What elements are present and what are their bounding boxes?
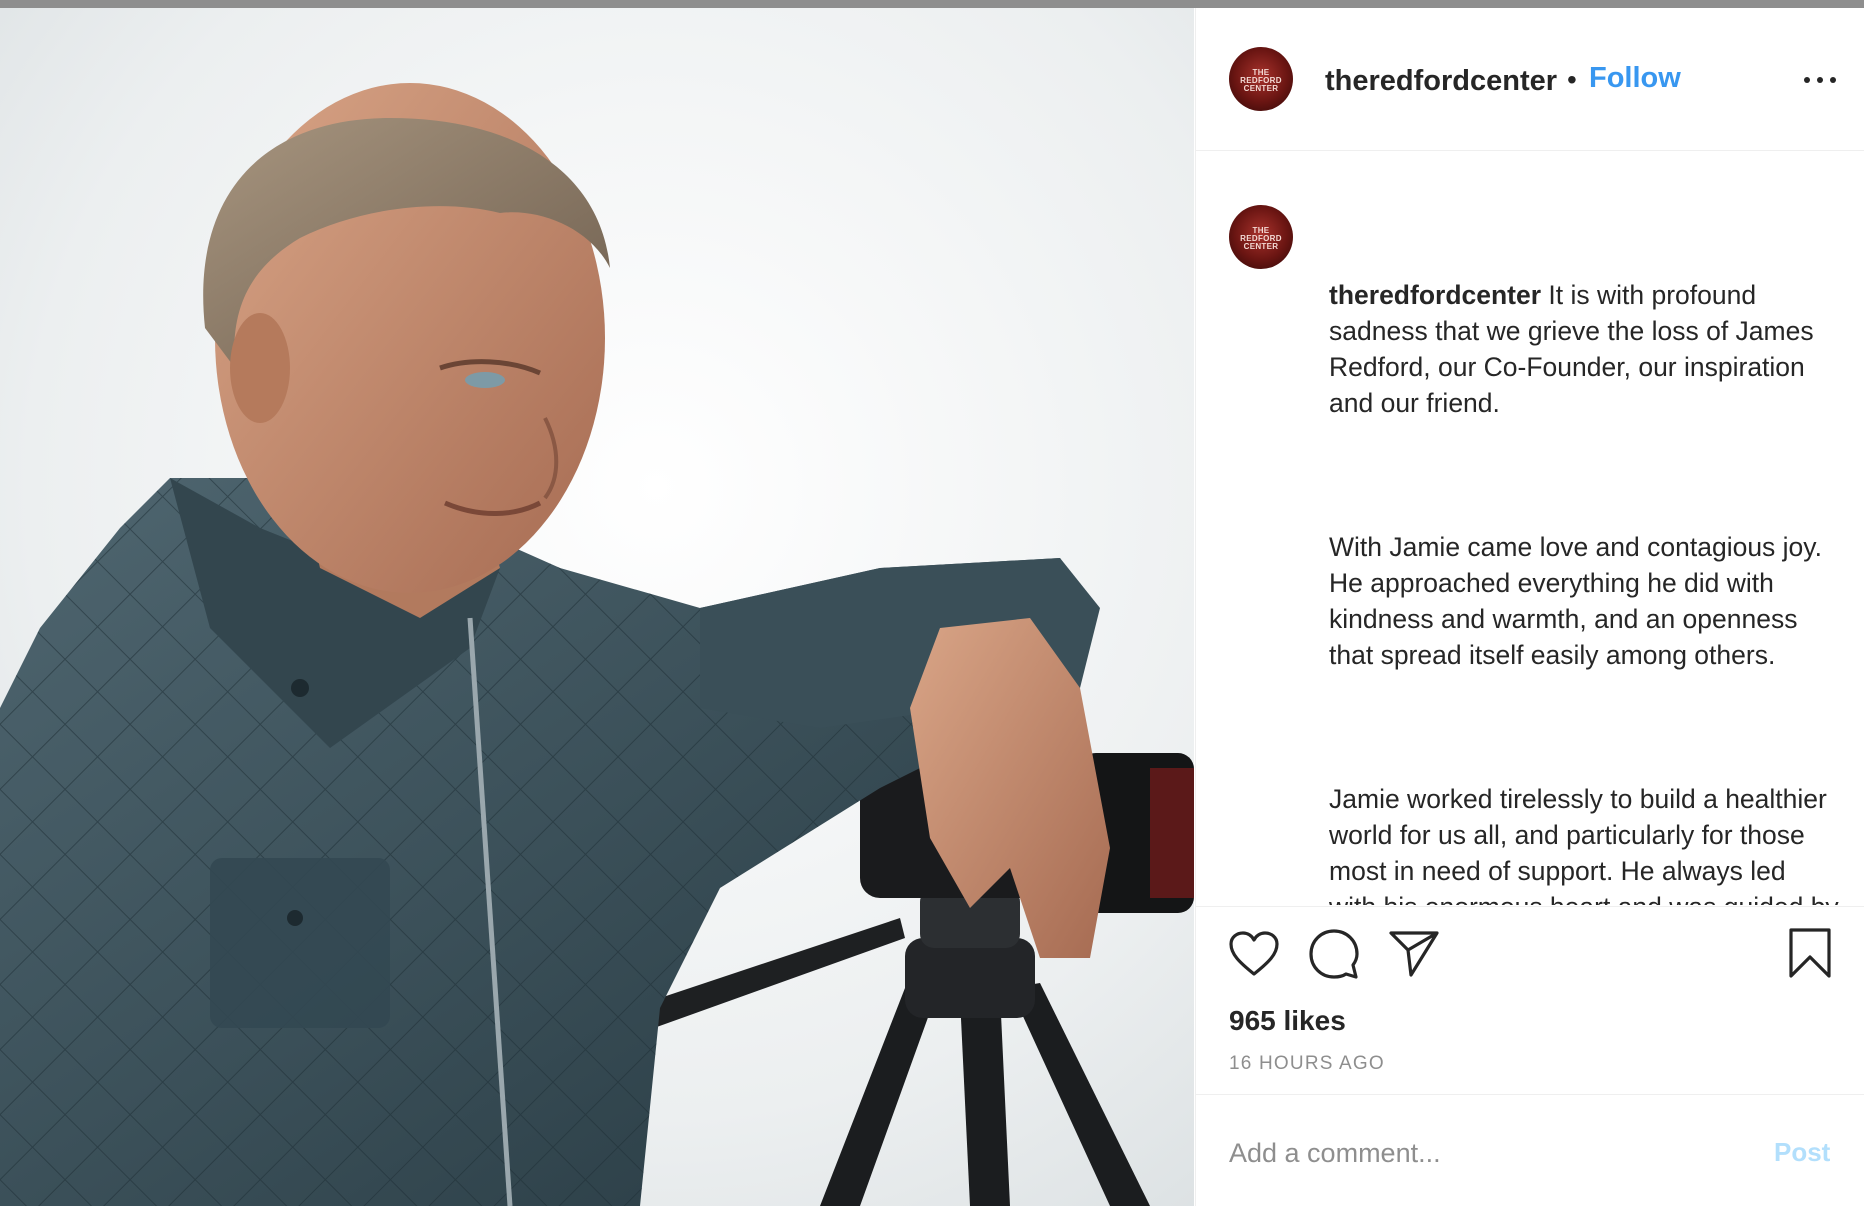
comment-input[interactable] (1229, 1135, 1749, 1171)
caption-paragraph-3: Jamie worked tirelessly to build a healt… (1329, 784, 1839, 905)
post-header: THE REDFORD CENTER theredfordcenter • Fo… (1196, 8, 1864, 151)
caption-paragraph-2: With Jamie came love and contagious joy.… (1329, 532, 1830, 670)
comment-form: Post (1196, 1094, 1864, 1207)
bookmark-icon[interactable] (1788, 927, 1832, 979)
caption-scroll-area[interactable]: THE REDFORD CENTER theredfordcenter It i… (1196, 151, 1864, 905)
more-options-icon[interactable] (1802, 74, 1838, 86)
follow-button[interactable]: Follow (1589, 62, 1681, 95)
post-photo (0, 8, 1194, 1206)
post-comment-button[interactable]: Post (1774, 1137, 1830, 1168)
window-top-bar (0, 0, 1864, 8)
photo-illustration (0, 8, 1194, 1206)
username-link[interactable]: theredfordcenter (1325, 65, 1557, 98)
heart-icon[interactable] (1229, 931, 1279, 977)
comment-icon[interactable] (1309, 929, 1359, 979)
avatar-logo: THE REDFORD CENTER (1240, 226, 1282, 251)
post-details-panel: THE REDFORD CENTER theredfordcenter • Fo… (1195, 8, 1864, 1206)
avatar[interactable]: THE REDFORD CENTER (1229, 47, 1293, 111)
avatar-logo: THE REDFORD CENTER (1240, 68, 1282, 93)
share-icon[interactable] (1389, 931, 1439, 977)
likes-count[interactable]: 965 likes (1229, 1005, 1346, 1037)
caption-avatar[interactable]: THE REDFORD CENTER (1229, 205, 1293, 269)
post-caption: theredfordcenter It is with profound sad… (1329, 205, 1839, 905)
separator-dot: • (1567, 64, 1577, 95)
caption-username[interactable]: theredfordcenter (1329, 280, 1541, 310)
post-timestamp[interactable]: 16 HOURS AGO (1229, 1053, 1385, 1075)
